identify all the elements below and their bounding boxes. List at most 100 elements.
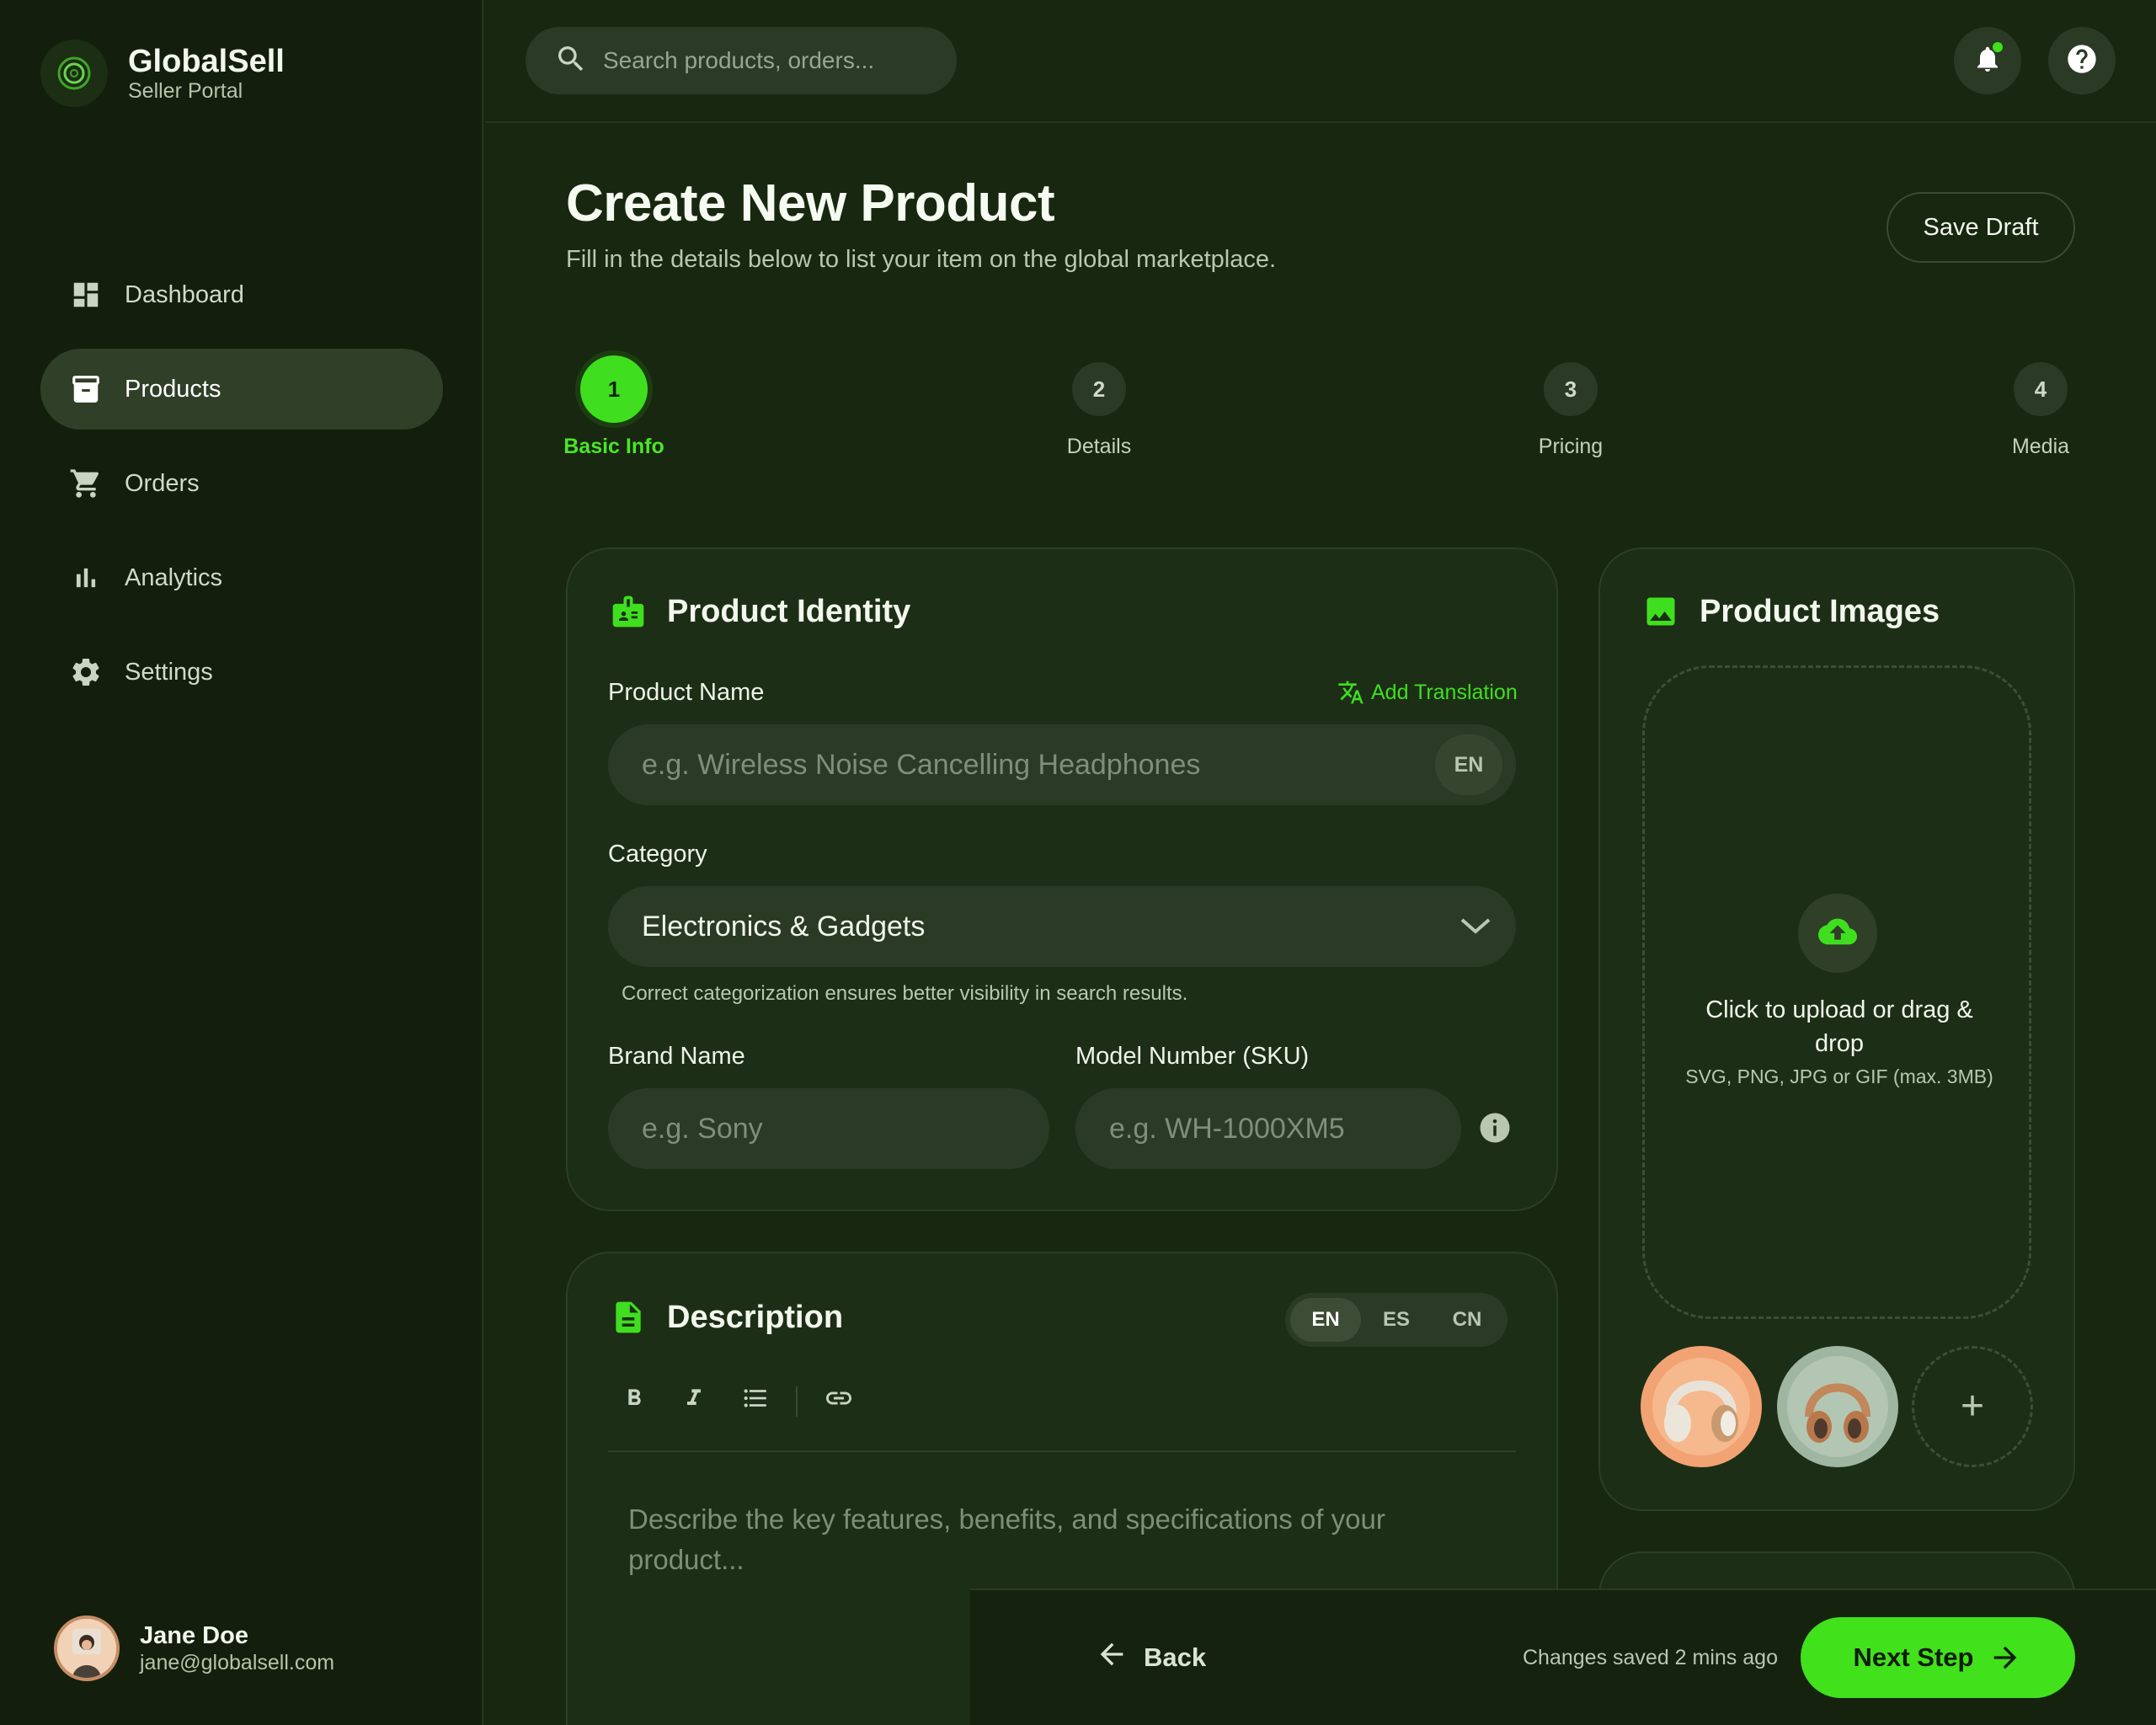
cart-icon <box>69 467 103 500</box>
save-status: Changes saved 2 mins ago <box>1523 1646 1778 1669</box>
italic-icon <box>680 1385 707 1416</box>
step-pricing[interactable]: 3 Pricing <box>1486 362 1655 459</box>
brand-subtitle: Seller Portal <box>128 79 243 103</box>
dashboard-icon <box>69 278 103 312</box>
id-badge-icon <box>610 593 647 630</box>
lang-tab-cn[interactable]: CN <box>1432 1298 1502 1342</box>
gear-icon <box>69 655 103 689</box>
step-details[interactable]: 2 Details <box>1015 362 1183 459</box>
form-footer: Back Changes saved 2 mins ago Next Step <box>970 1589 2156 1725</box>
next-step-button[interactable]: Next Step <box>1801 1617 2075 1698</box>
description-language-toggle: EN ES CN <box>1285 1293 1508 1347</box>
add-translation-label: Add Translation <box>1371 680 1518 704</box>
brand[interactable]: GlobalSell Seller Portal <box>40 39 285 108</box>
category-value: Electronics & Gadgets <box>642 910 926 943</box>
category-select[interactable]: Electronics & Gadgets <box>608 886 1516 967</box>
step-number: 3 <box>1544 362 1598 416</box>
back-button[interactable]: Back <box>1095 1637 1206 1678</box>
image-thumbnail-2[interactable] <box>1777 1346 1898 1467</box>
search-bar[interactable] <box>526 27 957 94</box>
lang-tab-en[interactable]: EN <box>1290 1298 1361 1342</box>
user-name: Jane Doe <box>140 1622 248 1649</box>
upload-instructions: Click to upload or drag & drop <box>1705 996 1973 1057</box>
sidebar-item-label: Products <box>125 375 221 403</box>
sidebar-item-products[interactable]: Products <box>40 349 443 430</box>
translate-icon <box>1337 679 1364 706</box>
step-media[interactable]: 4 Media <box>1956 362 2125 459</box>
bold-button[interactable] <box>617 1383 651 1417</box>
document-icon <box>610 1299 647 1336</box>
sidebar-item-dashboard[interactable]: Dashboard <box>40 254 443 335</box>
model-number-input[interactable] <box>1109 1112 1461 1146</box>
brand-name: GlobalSell <box>128 44 285 79</box>
upload-icon-container <box>1798 894 1877 973</box>
image-thumbnail-1[interactable] <box>1641 1346 1762 1467</box>
bullet-list-button[interactable] <box>739 1383 772 1417</box>
step-label: Basic Info <box>563 435 664 458</box>
brand-name-label: Brand Name <box>608 1043 745 1070</box>
bullet-list-icon <box>741 1384 770 1417</box>
step-basic-info[interactable]: 1 Basic Info <box>530 355 698 459</box>
save-draft-button[interactable]: Save Draft <box>1886 192 2075 263</box>
page-title: Create New Product <box>566 174 1055 232</box>
model-number-label: Model Number (SKU) <box>1075 1043 1310 1070</box>
sidebar-item-settings[interactable]: Settings <box>40 632 443 713</box>
description-title: Description <box>610 1299 843 1336</box>
italic-button[interactable] <box>677 1383 711 1417</box>
step-label: Details <box>1066 435 1132 458</box>
help-button[interactable] <box>2048 27 2116 94</box>
product-name-field[interactable]: EN <box>608 724 1516 805</box>
model-number-field[interactable] <box>1075 1088 1461 1169</box>
step-number: 4 <box>2014 362 2068 416</box>
sidebar-item-label: Settings <box>125 658 213 686</box>
cloud-upload-icon <box>1818 912 1857 955</box>
step-label: Media <box>2011 435 2070 458</box>
image-icon <box>1642 593 1679 630</box>
editor-divider <box>608 1450 1516 1452</box>
topbar <box>485 0 2156 123</box>
brand-logo-icon <box>40 40 108 107</box>
card-title-text: Description <box>667 1299 844 1335</box>
brand-name-input[interactable] <box>642 1112 1049 1146</box>
category-label: Category <box>608 841 707 868</box>
image-dropzone[interactable]: Click to upload or drag & drop SVG, PNG,… <box>1642 665 2031 1319</box>
add-image-button[interactable]: + <box>1912 1346 2033 1467</box>
arrow-left-icon <box>1095 1637 1129 1678</box>
user-profile[interactable]: Jane Doe jane@globalsell.com <box>54 1616 334 1681</box>
sidebar-item-orders[interactable]: Orders <box>40 443 443 524</box>
brand-name-field[interactable] <box>608 1088 1049 1169</box>
card-title-text: Product Identity <box>667 593 911 629</box>
language-chip[interactable]: EN <box>1435 734 1502 795</box>
sidebar: GlobalSell Seller Portal Dashboard Produ… <box>0 0 483 1725</box>
notification-dot <box>1993 42 2003 52</box>
help-icon <box>2065 42 2099 80</box>
sidebar-item-analytics[interactable]: Analytics <box>40 537 443 618</box>
user-email: jane@globalsell.com <box>140 1651 335 1674</box>
avatar <box>54 1616 120 1681</box>
step-number: 1 <box>580 355 648 423</box>
card-title-text: Product Images <box>1700 593 1940 629</box>
search-icon <box>554 42 588 80</box>
product-identity-title: Product Identity <box>610 593 910 630</box>
arrow-right-icon <box>1988 1641 2022 1674</box>
info-icon[interactable] <box>1477 1110 1513 1150</box>
bold-icon <box>621 1385 648 1416</box>
toolbar-divider <box>796 1386 798 1417</box>
category-helper-text: Correct categorization ensures better vi… <box>622 982 1188 1005</box>
link-button[interactable] <box>822 1383 856 1417</box>
sidebar-item-label: Analytics <box>125 563 223 591</box>
product-images-title: Product Images <box>1642 593 1940 630</box>
step-label: Pricing <box>1538 435 1604 458</box>
add-translation-link[interactable]: Add Translation <box>1337 679 1518 706</box>
sidebar-item-label: Dashboard <box>125 280 244 308</box>
notifications-button[interactable] <box>1954 27 2021 94</box>
back-label: Back <box>1144 1642 1207 1672</box>
bar-chart-icon <box>69 561 103 595</box>
product-name-input[interactable] <box>642 748 1516 782</box>
lang-tab-es[interactable]: ES <box>1361 1298 1432 1342</box>
search-input[interactable] <box>603 47 940 74</box>
description-editor[interactable]: Describe the key features, benefits, and… <box>628 1499 1504 1580</box>
inventory-box-icon <box>69 372 103 406</box>
sidebar-item-label: Orders <box>125 469 200 497</box>
link-icon <box>824 1383 854 1418</box>
